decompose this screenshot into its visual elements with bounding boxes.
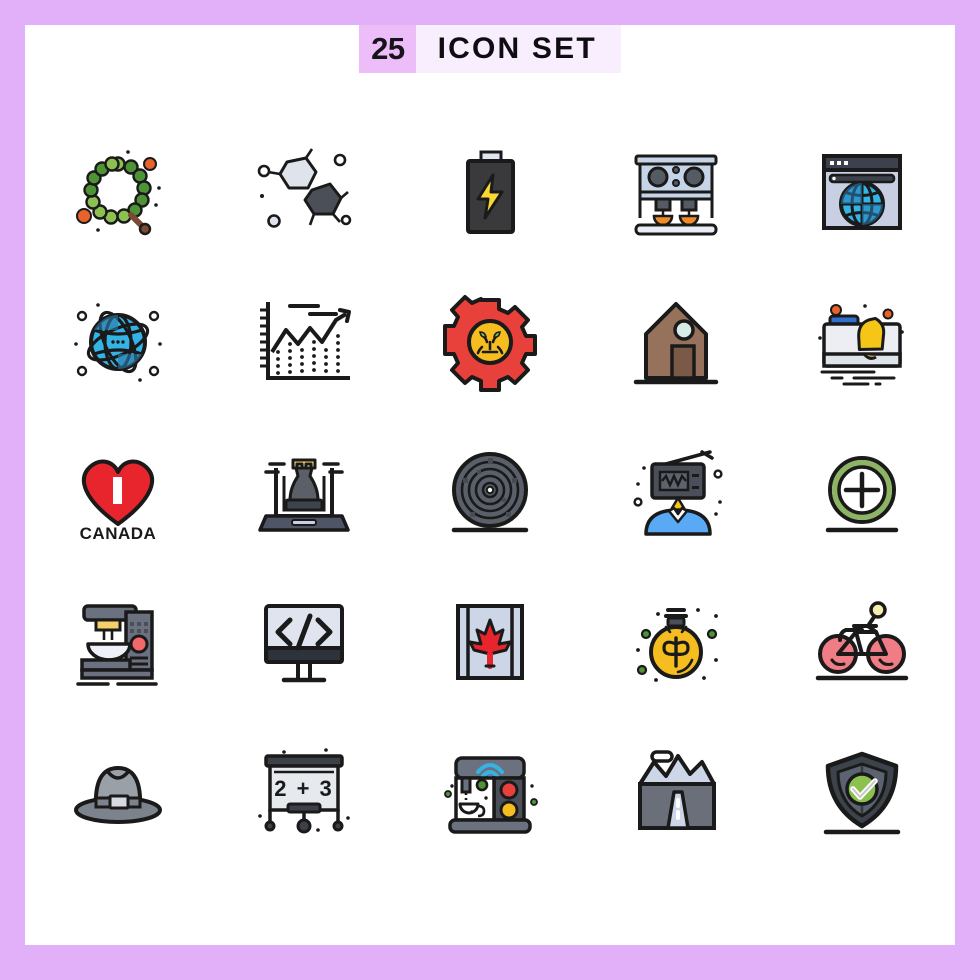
icon-cell-security-shield-check[interactable] <box>769 717 955 867</box>
prayer-beads-icon <box>76 150 161 236</box>
icon-cell-mountain-tunnel[interactable] <box>583 717 769 867</box>
stand-mixer-icon <box>76 604 158 686</box>
i-love-canada-icon: CANADA <box>80 459 157 542</box>
bicycle-icon <box>815 601 909 681</box>
canada-label: CANADA <box>80 524 157 542</box>
math-whiteboard-icon: 2 + 3 <box>258 748 350 834</box>
growth-chart-icon <box>260 302 351 380</box>
global-network-icon <box>74 303 162 382</box>
icon-cell-smart-coffee-machine[interactable] <box>397 717 583 867</box>
icon-cell-battery-charging[interactable] <box>397 117 583 267</box>
icon-set-sheet: 25 ICON SET CANADA 2 + 3 <box>25 25 955 945</box>
settings-gear-icon <box>443 295 537 392</box>
icon-cell-i-love-canada[interactable]: CANADA <box>25 417 211 567</box>
labyrinth-disc-icon <box>451 452 529 533</box>
icon-cell-chess-laptop[interactable] <box>211 417 397 567</box>
icon-cell-espresso-machine[interactable] <box>583 117 769 267</box>
icon-cell-add-circle[interactable] <box>769 417 955 567</box>
icon-cell-math-whiteboard[interactable]: 2 + 3 <box>211 717 397 867</box>
canada-flag-icon <box>456 604 524 680</box>
icon-cell-stand-mixer[interactable] <box>25 567 211 717</box>
icon-cell-fedora-hat[interactable] <box>25 717 211 867</box>
battery-charging-icon <box>466 150 515 234</box>
page-title: ICON SET <box>415 25 621 73</box>
icon-cell-settings-lion[interactable] <box>397 267 583 417</box>
icon-cell-web-browser-globe[interactable] <box>769 117 955 267</box>
icon-count-badge: 25 <box>359 25 416 73</box>
chess-strategy-laptop-icon <box>258 458 350 532</box>
header-band: 25 ICON SET <box>359 25 621 73</box>
web-browser-globe-icon <box>822 154 902 230</box>
icon-cell-canada-flag[interactable] <box>397 567 583 717</box>
money-idea-bulb-icon <box>636 608 718 682</box>
icon-cell-code-monitor[interactable] <box>211 567 397 717</box>
header: 25 ICON SET <box>25 25 955 83</box>
fedora-hat-icon <box>74 766 162 824</box>
molecule-icon <box>257 148 352 228</box>
icon-grid: CANADA 2 + 3 <box>25 117 955 867</box>
icon-cell-labyrinth-disc[interactable] <box>397 417 583 567</box>
icon-cell-bicycle[interactable] <box>769 567 955 717</box>
espresso-machine-icon <box>634 154 718 236</box>
icon-cell-notification-screen[interactable] <box>769 267 955 417</box>
icon-cell-global-network[interactable] <box>25 267 211 417</box>
notification-alert-icon <box>818 304 904 386</box>
code-monitor-icon <box>264 604 344 683</box>
radio-person-icon <box>633 450 723 536</box>
icon-cell-molecule[interactable] <box>211 117 397 267</box>
barn-house-icon <box>633 302 719 385</box>
icon-cell-growth-chart[interactable] <box>211 267 397 417</box>
icon-cell-radio-head-person[interactable] <box>583 417 769 567</box>
security-shield-icon <box>823 751 901 835</box>
icon-cell-idea-money-bulb[interactable] <box>583 567 769 717</box>
mountain-tunnel-icon <box>638 750 716 830</box>
icon-cell-prayer-beads[interactable] <box>25 117 211 267</box>
math-expression: 2 + 3 <box>274 776 334 801</box>
smart-coffee-machine-icon <box>444 756 538 834</box>
add-circle-icon <box>825 456 899 533</box>
icon-cell-barn-house[interactable] <box>583 267 769 417</box>
